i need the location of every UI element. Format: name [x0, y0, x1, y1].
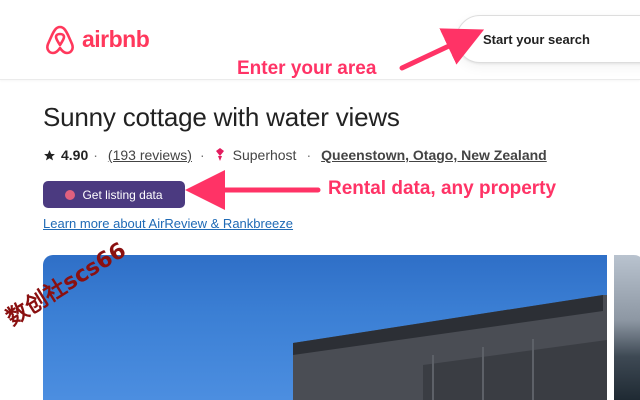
house-image — [293, 295, 607, 400]
logo-text: airbnb — [82, 25, 150, 52]
listing-title: Sunny cottage with water views — [43, 102, 400, 132]
listing-photo-side[interactable] — [614, 255, 640, 400]
separator: · — [199, 147, 205, 163]
star-icon — [44, 149, 55, 160]
get-listing-data-label: Get listing data — [82, 187, 163, 202]
reviews-link[interactable]: (193 reviews) — [108, 147, 192, 163]
listing-meta: 4.90 · (193 reviews) · Superhost · Queen… — [43, 147, 547, 163]
airbnb-logo-icon — [46, 25, 74, 55]
separator: · — [93, 147, 98, 163]
get-listing-data-button[interactable]: Get listing data — [43, 181, 185, 208]
search-label: Start your search — [483, 32, 590, 47]
rating-value: 4.90 — [61, 147, 89, 163]
listing-photo-main[interactable] — [43, 255, 607, 400]
separator: · — [306, 147, 312, 163]
annotation-rental-data: Rental data, any property — [328, 178, 557, 199]
location-link[interactable]: Queenstown, Otago, New Zealand — [321, 147, 547, 163]
superhost-label: Superhost — [232, 147, 297, 163]
chart-icon — [65, 189, 76, 200]
learn-more-link[interactable]: Learn more about AirReview & Rankbreeze — [43, 216, 293, 231]
annotation-enter-area: Enter your area — [237, 58, 377, 79]
airbnb-logo[interactable]: airbnb — [44, 22, 150, 56]
superhost-icon — [215, 148, 224, 161]
search-button[interactable]: Start your search — [456, 15, 640, 63]
